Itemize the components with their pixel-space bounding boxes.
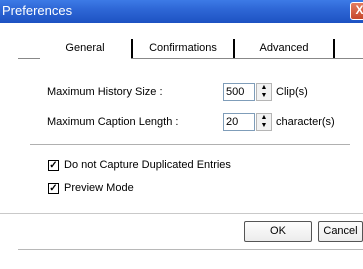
button-area-divider [0,213,363,214]
spin-up-icon[interactable]: ▲ [257,84,271,92]
window-title: Preferences [2,3,73,18]
tab-general[interactable]: General [40,38,130,58]
tab-general-label: General [65,42,105,54]
preview-mode-label[interactable]: Preview Mode [64,181,134,195]
dialog-content: General Confirmations Advanced Maximum H… [0,23,363,269]
spin-up-icon[interactable]: ▲ [257,114,271,122]
tab-confirmations[interactable]: Confirmations [134,38,232,58]
preferences-window: Preferences X General Confirmations Adva… [0,0,363,269]
tab-separator [333,39,335,58]
preview-mode-checkbox[interactable]: ✓ [48,183,59,194]
max-history-unit: Clip(s) [276,86,308,98]
tab-strip-line [131,58,363,59]
tab-strip-line [18,58,40,59]
max-caption-unit: character(s) [276,116,335,128]
ok-button[interactable]: OK [244,221,312,242]
section-divider [30,144,350,145]
close-icon: X [355,3,363,17]
max-history-input[interactable] [223,83,255,101]
max-caption-label: Maximum Caption Length : [47,116,179,128]
close-button[interactable]: X [350,2,363,20]
no-duplicates-label[interactable]: Do not Capture Duplicated Entries [64,158,231,172]
max-caption-spinner[interactable]: ▲ ▼ [256,113,272,131]
status-bar [18,249,363,269]
tab-confirmations-label: Confirmations [149,42,217,54]
spin-down-icon[interactable]: ▼ [257,122,271,130]
title-bar[interactable]: Preferences X [0,0,363,23]
tab-advanced[interactable]: Advanced [236,38,332,58]
spin-down-icon[interactable]: ▼ [257,92,271,100]
cancel-button[interactable]: Cancel [318,221,363,242]
tab-advanced-label: Advanced [259,42,309,54]
tab-separator [131,39,133,58]
max-caption-input[interactable] [223,113,255,131]
max-history-spinner[interactable]: ▲ ▼ [256,83,272,101]
tab-separator [233,39,235,58]
max-history-label: Maximum History Size : [47,86,163,98]
no-duplicates-checkbox[interactable]: ✓ [48,160,59,171]
checkmark-icon: ✓ [49,183,58,194]
checkmark-icon: ✓ [49,160,58,171]
